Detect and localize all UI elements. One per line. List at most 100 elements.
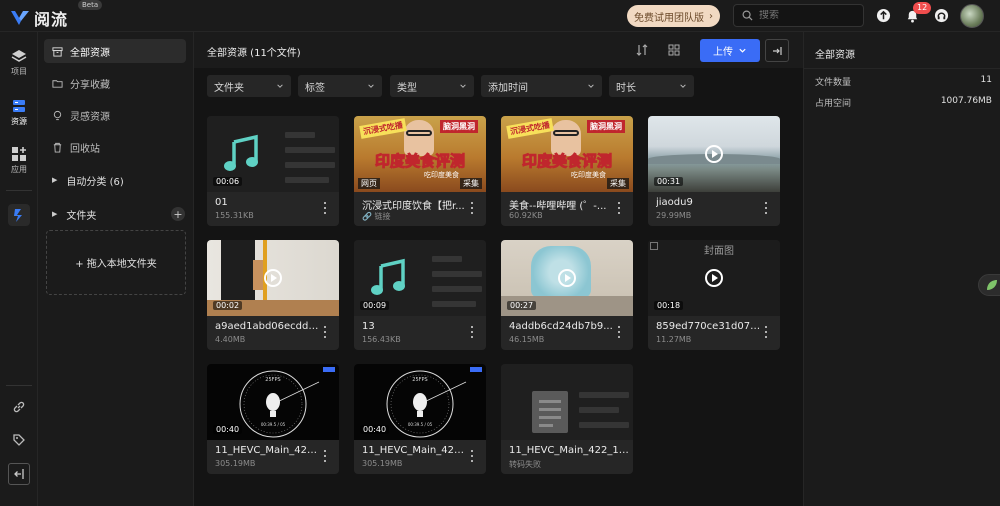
file-count-value: 11 (980, 75, 992, 85)
card-name: 11_HEVC_Main_422... (215, 445, 321, 456)
filter-label: 类型 (397, 82, 417, 94)
storage-label: 占用空间 (815, 99, 852, 109)
thumb-badge-right: 脑洞黑洞 (587, 120, 625, 133)
search-box[interactable] (733, 4, 864, 27)
document-icon (532, 391, 568, 433)
card-name: 13 (362, 321, 375, 332)
thumb-banner: 印度美食评测 (374, 152, 465, 171)
apps-icon (12, 147, 26, 161)
rail-label: 项目 (11, 67, 27, 76)
duration-badge: 00:31 (654, 177, 684, 186)
floating-assistant-button[interactable] (978, 274, 1000, 296)
trash-icon (53, 142, 62, 153)
upload-button[interactable]: 上传 (700, 39, 760, 62)
card-thumbnail: 25FPS 00:39.5 / 05 00:40 (354, 364, 486, 440)
play-icon (558, 269, 576, 287)
asset-card[interactable]: 00:31 jiaodu9 29.99MB (648, 116, 780, 226)
filter-folder[interactable]: 文件夹 (207, 75, 291, 97)
asset-card[interactable]: 00:27 4addb6cd24db7b9... 46.15MB (501, 240, 633, 350)
card-name: 4addb6cd24db7b9... (509, 321, 613, 332)
dropzone-label: + 拖入本地文件夹 (75, 259, 157, 270)
beta-badge: Beta (78, 0, 103, 10)
card-name: 11_HEVC_Main_422_10bi... (509, 445, 631, 456)
sidebar-group-auto-classify[interactable]: ▶ 自动分类 (6) (44, 169, 186, 191)
sidebar-item-inspiration[interactable]: 灵感资源 (44, 103, 186, 127)
rail-item-projects[interactable]: 项目 (0, 48, 38, 77)
more-options-icon[interactable] (761, 324, 771, 340)
dial-fps-text: 25FPS (265, 377, 280, 383)
asset-card[interactable]: 25FPS 00:39.5 / 05 00:40 11_HEVC_Main_42… (354, 364, 486, 474)
card-thumbnail: 00:09 (354, 240, 486, 316)
more-options-icon[interactable] (467, 324, 477, 340)
filter-added-time[interactable]: 添加时间 (481, 75, 602, 97)
glasses-shape (553, 130, 579, 136)
sidebar: 全部资源 分享收藏 灵感资源 回收站 ▶ 自动分类 (6) ▶ 文件夹 + + … (38, 32, 194, 506)
sidebar-item-label: 全部资源 (70, 47, 110, 59)
team-trial-button[interactable]: 免费试用团队版 › (627, 5, 720, 27)
card-size: 305.19MB (215, 459, 256, 468)
filter-tags[interactable]: 标签 (298, 75, 382, 97)
rail-divider (6, 190, 32, 191)
filter-type[interactable]: 类型 (390, 75, 474, 97)
asset-card[interactable]: 00:09 13 156.43KB (354, 240, 486, 350)
box-icon (52, 46, 63, 57)
left-rail: 项目 资源 应用 (0, 32, 38, 506)
card-size: 11.27MB (656, 335, 692, 344)
more-options-icon[interactable] (761, 200, 771, 216)
sidebar-item-label: 回收站 (70, 143, 100, 155)
asset-card[interactable]: 00:06 01 155.31KB (207, 116, 339, 226)
sidebar-item-shared[interactable]: 分享收藏 (44, 71, 186, 95)
more-options-icon[interactable] (320, 324, 330, 340)
upload-circle-icon[interactable] (876, 8, 891, 23)
rail-item-apps[interactable]: 应用 (0, 146, 38, 175)
add-folder-button[interactable]: + (171, 207, 185, 221)
headset-icon[interactable] (934, 8, 949, 23)
more-options-icon[interactable] (467, 200, 477, 216)
chevron-down-icon (680, 84, 686, 88)
sidebar-item-all-resources[interactable]: 全部资源 (44, 39, 186, 63)
more-options-icon[interactable] (614, 200, 624, 216)
arrow-left-bar-icon (14, 469, 24, 479)
cover-label: 封面图 (704, 246, 734, 257)
search-input[interactable] (759, 10, 854, 21)
collapse-sidebar-button[interactable] (8, 463, 30, 485)
asset-card[interactable]: 25FPS 00:39.5 / 05 00:40 11_HEVC_Main_42… (207, 364, 339, 474)
app-logo[interactable]: 阅流 (10, 6, 68, 30)
storage-row: 占用空间 1007.76MB (815, 96, 992, 109)
more-options-icon[interactable] (467, 448, 477, 464)
play-icon (705, 145, 723, 163)
more-options-icon[interactable] (614, 324, 624, 340)
folders-label: 文件夹 (66, 210, 97, 222)
duration-badge: 00:40 (360, 425, 390, 434)
details-title: 全部资源 (815, 50, 855, 61)
more-options-icon[interactable] (320, 200, 330, 216)
collapse-panel-button[interactable] (765, 39, 789, 62)
app-name: 阅流 (34, 10, 69, 29)
plugin-app-icon[interactable] (8, 204, 30, 226)
filter-duration[interactable]: 时长 (609, 75, 694, 97)
tag-icon[interactable] (12, 433, 26, 447)
chevron-down-icon (368, 84, 374, 88)
dial-time-text: 00:39.5 / 05 (408, 422, 433, 427)
asset-card[interactable]: 封面图 00:18 859ed770ce31d07d... 11.27MB (648, 240, 780, 350)
asset-card[interactable]: 沉浸式吃播 脑洞黑洞 印度美食评测 吃印度美食 网页 采集 沉浸式印度饮食【把r… (354, 116, 486, 226)
asset-card[interactable]: 11_HEVC_Main_422_10bi... 转码失败 (501, 364, 633, 474)
rail-item-resources[interactable]: 资源 (0, 98, 38, 127)
details-panel: 全部资源 文件数量 11 占用空间 1007.76MB (803, 32, 1000, 506)
app-logo-icon (14, 209, 22, 222)
file-count-row: 文件数量 11 (815, 75, 992, 88)
asset-card[interactable]: 沉浸式吃播 脑洞黑洞 印度美食评测 吃印度美食 采集 美食--哔哩哔哩 (゜-.… (501, 116, 633, 226)
local-folder-dropzone[interactable]: + 拖入本地文件夹 (46, 230, 186, 295)
link-icon[interactable] (12, 400, 26, 414)
grid-view-icon[interactable] (667, 43, 681, 57)
asset-card[interactable]: 00:02 a9aed1abd06ecdd1... 4.40MB (207, 240, 339, 350)
more-options-icon[interactable] (320, 448, 330, 464)
sidebar-group-folders[interactable]: ▶ 文件夹 (44, 203, 186, 225)
main-header: 全部资源 (11个文件) 上传 (194, 32, 803, 68)
folder-share-icon (52, 79, 63, 88)
filter-label: 时长 (616, 82, 636, 94)
play-icon (264, 269, 282, 287)
sort-icon[interactable] (635, 43, 649, 57)
avatar[interactable] (960, 4, 984, 28)
sidebar-item-trash[interactable]: 回收站 (44, 135, 186, 159)
